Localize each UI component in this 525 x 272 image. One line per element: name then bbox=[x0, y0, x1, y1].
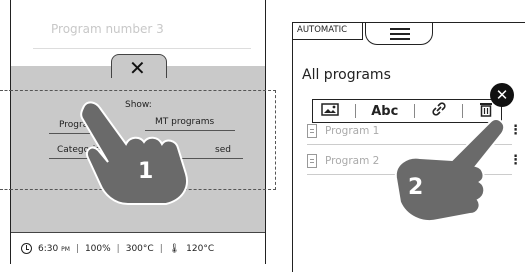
ghost-program-title: Program number 3 bbox=[51, 22, 164, 36]
probe-icon: 🌡 bbox=[168, 243, 181, 254]
menu-button[interactable] bbox=[365, 23, 433, 45]
status-bar: 6:30 PM | 100% | 300°C | 🌡 120°C bbox=[11, 232, 265, 264]
status-time: 6:30 PM bbox=[38, 243, 70, 254]
hamburger-icon bbox=[390, 28, 410, 40]
trash-icon bbox=[480, 102, 493, 117]
pointing-hand-icon: 1 bbox=[80, 101, 188, 205]
program-label: Program 1 bbox=[325, 125, 380, 137]
step-number-2: 2 bbox=[408, 175, 423, 200]
image-icon bbox=[321, 102, 339, 116]
close-overlay-button[interactable]: ✕ bbox=[129, 56, 146, 80]
link-icon bbox=[432, 102, 446, 116]
page-title: All programs bbox=[302, 67, 391, 83]
image-button[interactable] bbox=[321, 102, 339, 120]
program-label: Program 2 bbox=[325, 155, 380, 167]
close-toolbar-button[interactable]: ✕ bbox=[490, 83, 514, 107]
status-probe-temperature: 120°C bbox=[186, 243, 215, 254]
clock-icon bbox=[21, 243, 32, 254]
program-icon bbox=[307, 154, 317, 168]
divider bbox=[33, 48, 251, 49]
pointing-hand-icon: 2 bbox=[394, 118, 506, 222]
step-number-1: 1 bbox=[138, 159, 153, 184]
status-temperature: 300°C bbox=[125, 243, 154, 254]
status-percent: 100% bbox=[84, 243, 111, 254]
mode-tab[interactable]: AUTOMATIC bbox=[293, 23, 363, 40]
program-icon bbox=[307, 124, 317, 138]
